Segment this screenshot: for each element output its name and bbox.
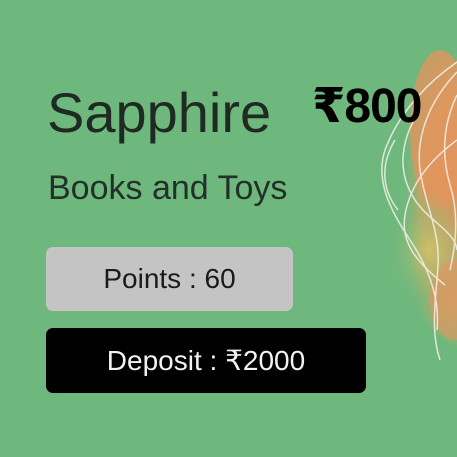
points-badge: Points : 60 xyxy=(46,247,293,311)
product-price: ₹800 xyxy=(312,80,422,133)
product-title: Sapphire xyxy=(47,81,272,144)
product-card[interactable]: Sapphire ₹800 Books and Toys Points : 60… xyxy=(0,0,457,457)
product-category: Books and Toys xyxy=(48,169,288,207)
deposit-button[interactable]: Deposit : ₹2000 xyxy=(46,328,366,393)
